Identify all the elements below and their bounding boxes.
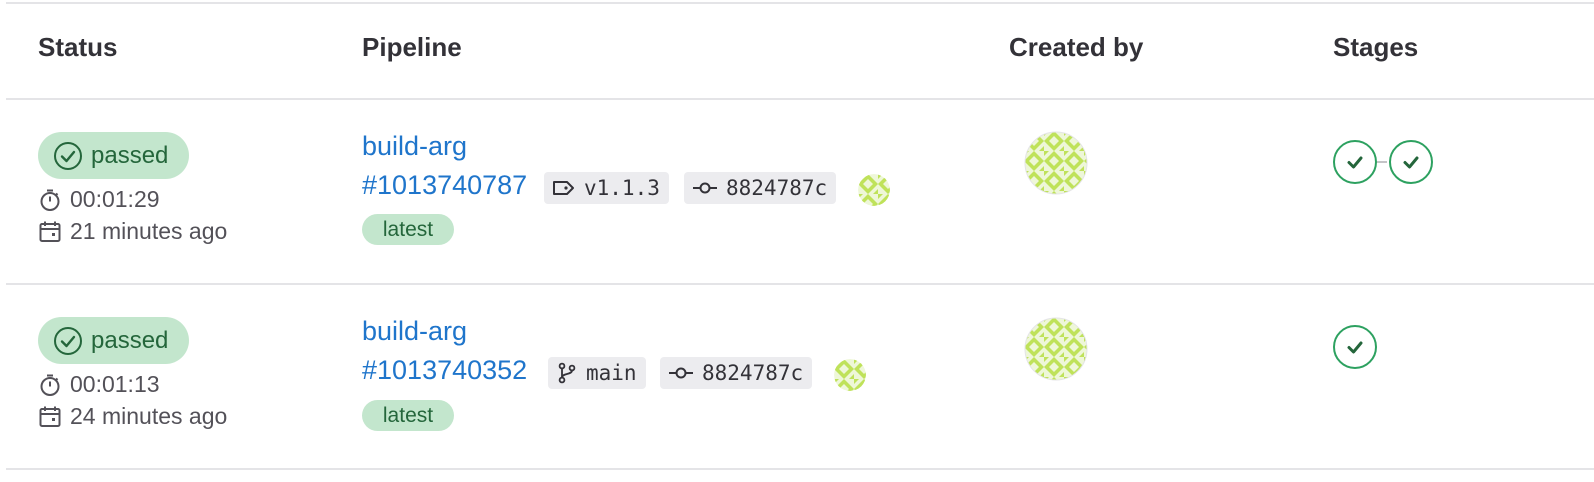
header-divider — [6, 98, 1594, 100]
stage-status-button[interactable] — [1389, 140, 1433, 184]
branch-chip[interactable]: main — [548, 357, 646, 389]
pipeline-name-link[interactable]: build-arg — [362, 316, 467, 347]
commit-chip[interactable]: 8824787c — [660, 357, 813, 389]
check-icon — [1347, 156, 1363, 169]
check-circle-icon — [54, 141, 82, 170]
header-status: Status — [38, 32, 118, 62]
duration: 00:01:13 — [38, 371, 160, 398]
pipelines-table: Status Pipeline Created by Stages passed… — [0, 0, 1594, 482]
timer-icon — [40, 374, 60, 396]
header-pipeline: Pipeline — [362, 32, 462, 62]
finished-text: 21 minutes ago — [70, 218, 228, 244]
pipeline-id-link[interactable]: #1013740787 — [362, 170, 527, 201]
commit-chip[interactable]: 8824787c — [684, 172, 837, 204]
stage-status-button[interactable] — [1333, 140, 1377, 184]
check-circle-icon — [54, 326, 82, 355]
check-icon — [1347, 341, 1363, 354]
commit-sha: 8824787c — [702, 361, 804, 385]
latest-badge: latest — [362, 214, 454, 245]
commit-author-avatar[interactable] — [858, 174, 890, 206]
branch-label: main — [586, 361, 637, 385]
duration-text: 00:01:13 — [70, 371, 160, 397]
row-divider — [6, 468, 1594, 470]
status-badge[interactable]: passed — [38, 132, 189, 179]
calendar-icon — [39, 221, 61, 242]
pipeline-id-link[interactable]: #1013740352 — [362, 355, 527, 386]
row-divider — [6, 283, 1594, 285]
latest-badge: latest — [362, 400, 454, 431]
tag-chip[interactable]: v1.1.3 — [544, 172, 669, 204]
commit-sha: 8824787c — [726, 176, 828, 200]
pipeline-name-link[interactable]: build-arg — [362, 131, 467, 162]
header-stages: Stages — [1333, 32, 1419, 62]
check-icon — [1403, 156, 1419, 169]
stage-connector — [1377, 161, 1387, 163]
commit-icon — [669, 367, 693, 379]
finished-time: 24 minutes ago — [38, 403, 227, 430]
status-label: passed — [91, 326, 169, 354]
tag-label: v1.1.3 — [584, 176, 660, 200]
commit-icon — [693, 182, 717, 194]
finished-time: 21 minutes ago — [38, 218, 227, 245]
timer-icon — [40, 189, 60, 211]
table-top-divider — [6, 2, 1594, 4]
stage-status-button[interactable] — [1333, 325, 1377, 369]
creator-avatar[interactable] — [1024, 317, 1088, 381]
duration: 00:01:29 — [38, 186, 160, 213]
status-badge[interactable]: passed — [38, 317, 189, 364]
commit-author-avatar[interactable] — [834, 359, 866, 391]
branch-icon — [558, 362, 576, 384]
calendar-icon — [39, 406, 61, 427]
duration-text: 00:01:29 — [70, 186, 160, 212]
finished-text: 24 minutes ago — [70, 403, 228, 429]
header-created-by: Created by — [1009, 32, 1144, 62]
tag-icon — [553, 181, 574, 195]
creator-avatar[interactable] — [1024, 131, 1088, 195]
status-label: passed — [91, 141, 169, 169]
